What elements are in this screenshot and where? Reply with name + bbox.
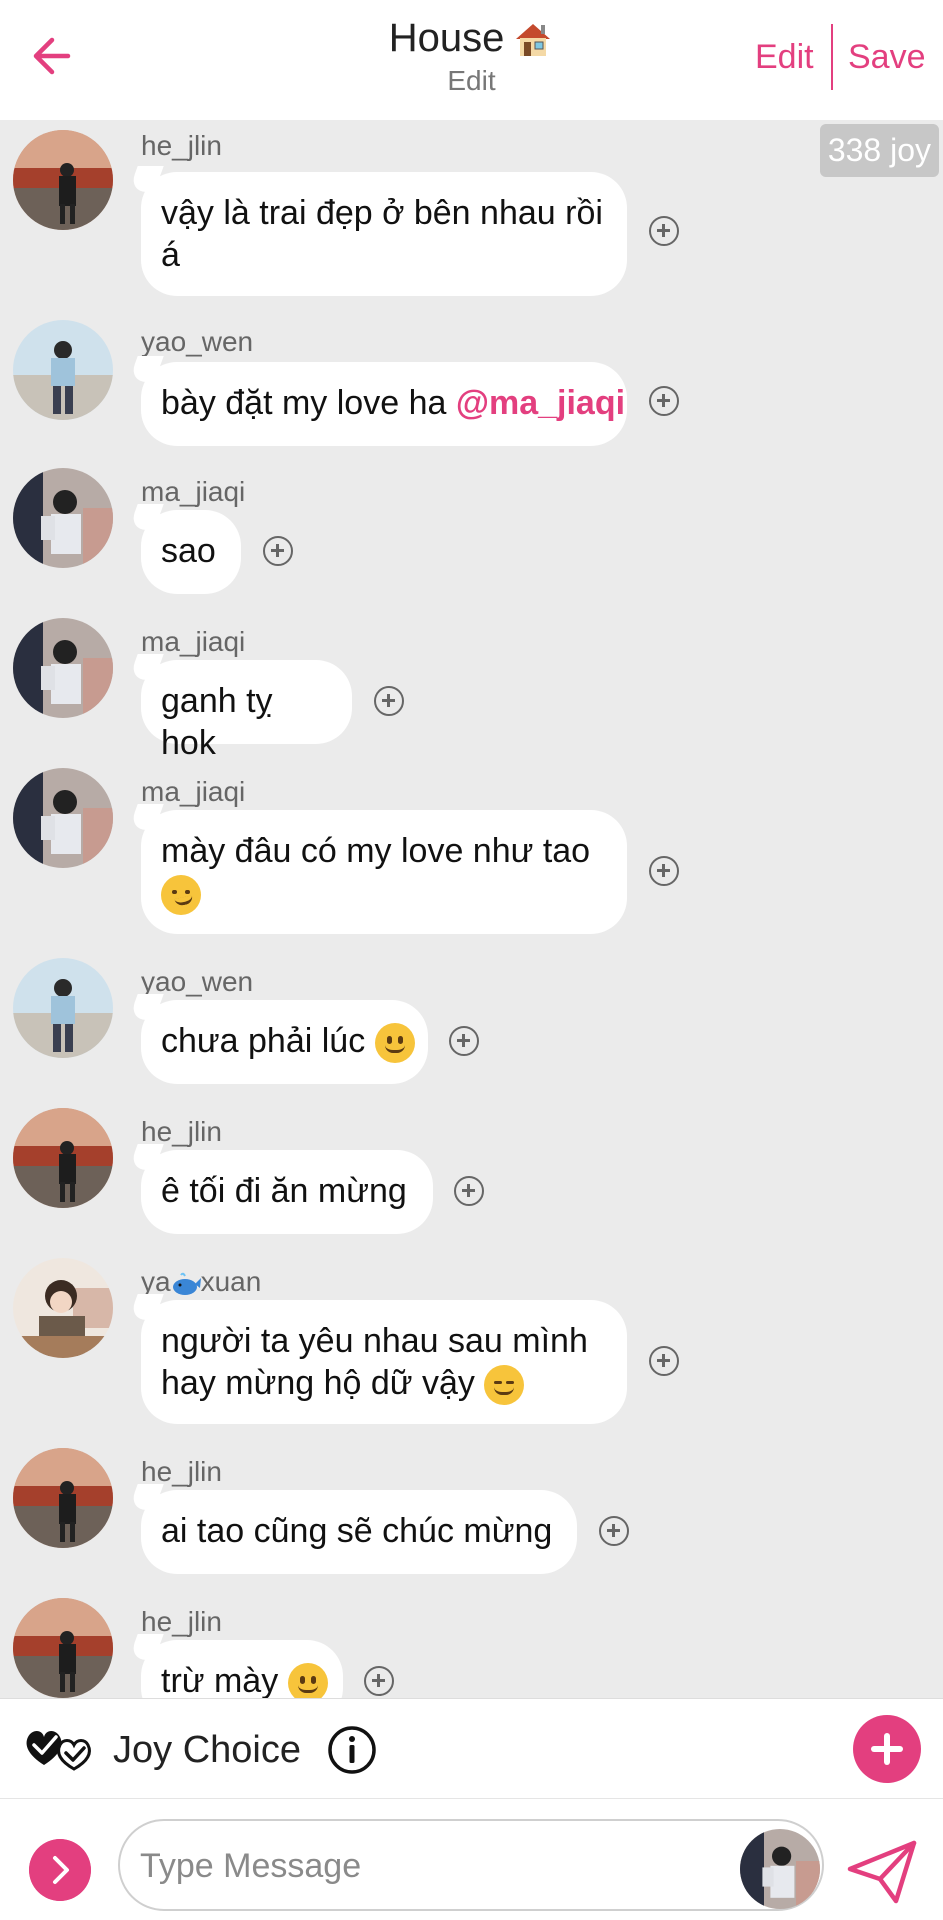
message-bubble[interactable]: trừ mày bbox=[141, 1640, 343, 1698]
app-header: House Edit Edit Save bbox=[0, 0, 943, 120]
add-joy-button[interactable] bbox=[853, 1715, 921, 1783]
message-text: ai tao cũng sẽ chúc mừng bbox=[161, 1512, 553, 1550]
avatar[interactable] bbox=[13, 468, 113, 568]
add-reaction-icon[interactable] bbox=[449, 1026, 479, 1056]
avatar[interactable] bbox=[13, 1108, 113, 1208]
message-bubble[interactable]: ganh tỵ hok bbox=[141, 660, 352, 762]
info-icon[interactable] bbox=[327, 1725, 377, 1775]
message-input-bar bbox=[0, 1798, 943, 1920]
add-reaction-icon[interactable] bbox=[649, 1346, 679, 1376]
slight-smile-emoji-icon bbox=[287, 1663, 328, 1698]
avatar[interactable] bbox=[13, 1598, 113, 1698]
send-icon[interactable] bbox=[846, 1839, 918, 1905]
add-reaction-icon[interactable] bbox=[649, 216, 679, 246]
message-username: he_jlin bbox=[141, 130, 222, 161]
message-field[interactable] bbox=[118, 1819, 824, 1911]
message-text: mày đâu có my love như tao bbox=[161, 832, 591, 870]
relieved-emoji-icon bbox=[484, 1365, 525, 1406]
message-text: bày đặt my love ha bbox=[161, 384, 456, 422]
avatar[interactable] bbox=[13, 320, 113, 420]
save-button[interactable]: Save bbox=[848, 38, 926, 77]
avatar[interactable] bbox=[13, 958, 113, 1058]
message-bubble[interactable]: bày đặt my love ha @ma_jiaqi bbox=[141, 362, 627, 446]
message-bubble[interactable]: chưa phải lúc bbox=[141, 1000, 428, 1084]
message-text: ê tối đi ăn mừng bbox=[161, 1172, 407, 1210]
message-text: ganh tỵ hok bbox=[161, 682, 273, 762]
message-text: trừ mày bbox=[161, 1662, 279, 1698]
message-input[interactable] bbox=[140, 1841, 720, 1891]
message-bubble[interactable]: sao bbox=[141, 510, 241, 594]
avatar[interactable] bbox=[13, 1258, 113, 1358]
message-bubble[interactable]: ai tao cũng sẽ chúc mừng bbox=[141, 1490, 577, 1574]
expand-chevron-icon[interactable] bbox=[29, 1839, 91, 1901]
message-text: chưa phải lúc bbox=[161, 1022, 366, 1060]
add-reaction-icon[interactable] bbox=[599, 1516, 629, 1546]
add-reaction-icon[interactable] bbox=[454, 1176, 484, 1206]
add-reaction-icon[interactable] bbox=[364, 1666, 394, 1696]
message-bubble[interactable]: vậy là trai đẹp ở bên nhau rồi á bbox=[141, 172, 627, 296]
mention-link[interactable]: @ma_jiaqi bbox=[456, 384, 625, 422]
message-username: yao_wen bbox=[141, 326, 254, 357]
message-bubble[interactable]: ê tối đi ăn mừng bbox=[141, 1150, 433, 1234]
joy-choice-label[interactable]: Joy Choice bbox=[113, 1729, 301, 1772]
message-bubble[interactable]: mày đâu có my love như tao bbox=[141, 810, 627, 934]
chat-title[interactable]: House bbox=[389, 16, 555, 61]
avatar[interactable] bbox=[13, 768, 113, 868]
message-bubble[interactable]: người ta yêu nhau sau mình hay mừng hộ d… bbox=[141, 1300, 627, 1424]
house-icon bbox=[516, 23, 551, 56]
slight-smile-emoji-icon bbox=[374, 1023, 415, 1064]
avatar[interactable] bbox=[13, 130, 113, 230]
avatar[interactable] bbox=[740, 1829, 820, 1909]
avatar[interactable] bbox=[13, 618, 113, 718]
joy-count-badge: 338 joy bbox=[819, 124, 939, 177]
add-reaction-icon[interactable] bbox=[649, 386, 679, 416]
avatar[interactable] bbox=[13, 1448, 113, 1548]
add-reaction-icon[interactable] bbox=[649, 856, 679, 886]
whale-emoji-icon bbox=[172, 1272, 201, 1295]
add-reaction-icon[interactable] bbox=[374, 686, 404, 716]
add-reaction-icon[interactable] bbox=[263, 536, 293, 566]
edit-button[interactable]: Edit bbox=[755, 38, 814, 77]
chat-area[interactable]: 338 joy he_jlin vậy là trai đẹp ở bên nh… bbox=[0, 120, 943, 1698]
message-text: sao bbox=[161, 532, 216, 570]
header-divider bbox=[831, 24, 833, 90]
smirk-emoji-icon bbox=[161, 875, 201, 916]
chat-title-text: House bbox=[388, 16, 505, 60]
message-text: vậy là trai đẹp ở bên nhau rồi á bbox=[161, 194, 603, 274]
joy-choice-bar: Joy Choice bbox=[0, 1698, 943, 1798]
message-text: người ta yêu nhau sau mình hay mừng hộ d… bbox=[161, 1322, 588, 1402]
double-check-heart-icon[interactable] bbox=[22, 1723, 102, 1775]
